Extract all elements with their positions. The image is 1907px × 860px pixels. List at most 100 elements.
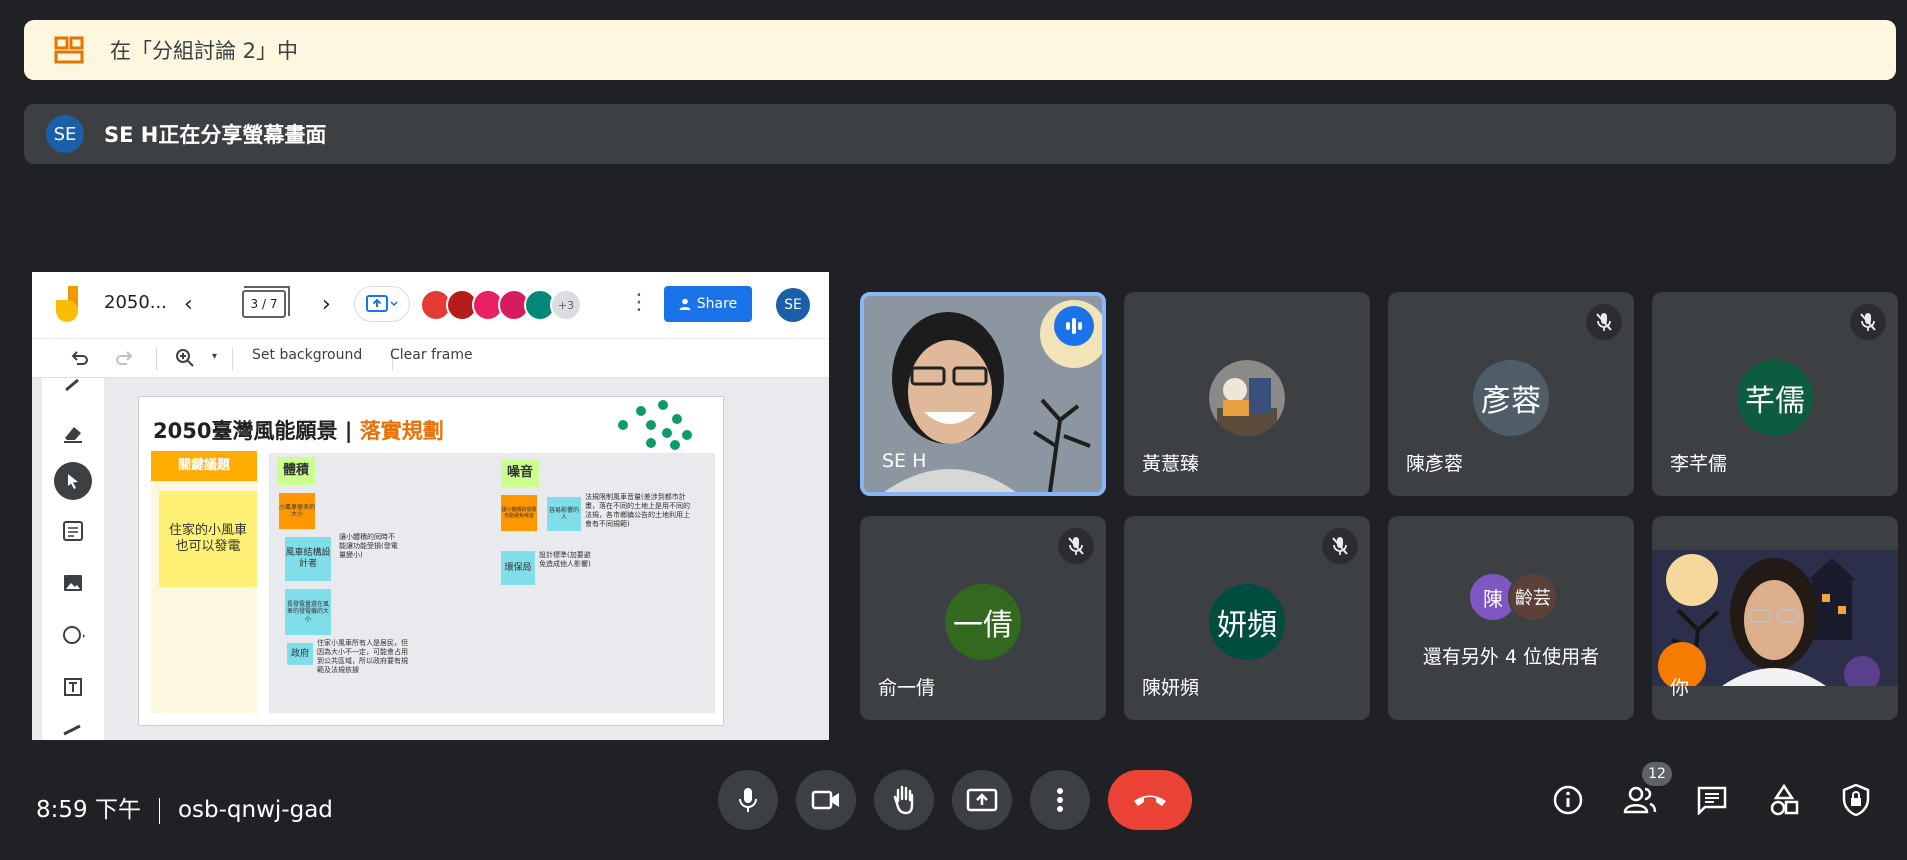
participant-tile[interactable]: SE H [860,292,1106,496]
undo-icon[interactable] [68,347,90,369]
mic-off-icon [1850,304,1886,340]
activities-icon[interactable] [1766,782,1802,818]
set-background-button[interactable]: Set background [252,347,362,363]
toolbar-divider [232,347,233,371]
noise-label: 噪音 [501,459,539,487]
participant-tile[interactable]: 黃薏臻 [1124,292,1370,496]
microphone-icon [739,788,757,812]
self-video [1652,550,1898,686]
present-icon [366,295,398,312]
jamboard-canvas[interactable]: 2050臺灣風能願景 | 落實規劃 關鍵議題 住家的小風車也可以發電 體積 小風… [32,378,829,740]
screen-share-text: SE H正在分享螢幕畫面 [104,123,327,147]
decorative-doodles-icon [618,400,692,450]
present-screen-icon [966,788,998,812]
zoom-icon[interactable] [174,347,196,369]
participant-tile[interactable]: 彥蓉 陳彥蓉 [1388,292,1634,496]
participant-name: 李芊儒 [1670,453,1728,475]
more-options-button[interactable] [1030,770,1090,830]
resident-text[interactable]: 法規限制風車音量(差涉到都市計畫，落在不同的土地上是用不同的法規，各市鄉鎮公告的… [585,493,695,529]
clear-frame-button[interactable]: Clear frame [390,347,473,363]
jamboard-header: 2050... ‹ 3 / 7 › +3 ⋮ Share SE [32,272,829,338]
participant-tile[interactable]: 一倩 俞一倩 [860,516,1106,720]
meeting-code: osb-qnwj-gad [177,797,333,823]
mic-off-icon [1058,528,1094,564]
mic-off-icon [1586,304,1622,340]
shared-screen-presentation: 2050... ‹ 3 / 7 › +3 ⋮ Share SE ▾ Set ba… [32,272,829,740]
text-box-icon[interactable] [58,672,88,702]
host-controls-icon[interactable] [1838,782,1874,818]
sticky-note[interactable]: 長發電量還在風車的發電機的大小 [285,589,331,635]
meeting-info: 8:59 下午 osb-qnwj-gad [36,790,333,824]
share-label: Share [696,296,738,312]
jamboard-user-avatar[interactable]: SE [776,288,810,322]
toolbar-divider [156,347,157,371]
person-icon [679,298,691,310]
previous-frame-button[interactable]: ‹ [184,292,193,317]
sticky-note[interactable]: 風車結構設計者 [285,537,331,581]
participant-name: 陳彥蓉 [1406,453,1464,475]
jamboard-share-button[interactable]: Share [664,286,752,322]
others-tile[interactable]: 陳 齡芸 還有另外 4 位使用者 [1388,516,1634,720]
participant-name: 陳妍頻 [1142,677,1200,699]
others-count-text: 還有另外 4 位使用者 [1422,646,1600,668]
jamboard-frame[interactable]: 2050臺灣風能願景 | 落實規劃 關鍵議題 住家的小風車也可以發電 體積 小風… [138,396,724,726]
chat-icon[interactable] [1694,782,1730,818]
breakout-room-icon [54,36,84,64]
participant-tile[interactable]: 芊儒 李芊儒 [1652,292,1898,496]
sticky-note[interactable]: 環保局 [501,551,535,585]
leave-call-button[interactable] [1108,770,1192,830]
breakout-room-text: 在「分組討論 2」中 [110,39,299,63]
jamboard-title[interactable]: 2050... [104,292,167,313]
select-tool[interactable] [54,462,92,500]
mic-off-icon [1322,528,1358,564]
raise-hand-button[interactable] [874,770,934,830]
pen-icon[interactable] [58,378,88,392]
drawing-tools-panel [42,378,104,740]
speaking-indicator-icon [1054,306,1094,346]
sticky-note[interactable]: 政府 [287,643,313,665]
camera-icon [811,790,839,810]
self-tile[interactable]: 你 [1652,516,1898,720]
people-count-badge: 12 [1642,762,1672,786]
participant-avatar: 芊儒 [1737,360,1813,436]
collaborator-avatars[interactable]: +3 [420,289,582,321]
participant-name: 黃薏臻 [1142,453,1200,475]
sticky-note-icon[interactable] [58,516,88,546]
collaborators-more-count: +3 [550,289,582,321]
sticky-note[interactable]: 小風車很多的大小 [279,493,315,529]
participant-name: 俞一倩 [878,677,936,699]
volume-label: 體積 [277,457,315,485]
redo-icon[interactable] [114,347,136,369]
shape-icon[interactable] [58,620,88,650]
sticky-note[interactable]: 容易影響的人 [547,497,581,531]
present-button[interactable] [354,286,410,322]
frame-indicator[interactable]: 3 / 7 [242,286,290,318]
info-divider [158,797,160,824]
epa-text[interactable]: 設計標準(加要避免造成他人影響) [539,551,591,569]
presenter-avatar: SE [46,115,84,153]
call-end-icon [1134,795,1166,806]
people-icon[interactable] [1622,782,1658,818]
more-options-icon[interactable]: ⋮ [628,290,650,315]
image-icon[interactable] [58,568,88,598]
gov-text[interactable]: 住家小風車所有人是居民，但因為大小不一定，可能會占用到公共區域，所以政府要有規範… [317,639,409,675]
microphone-button[interactable] [718,770,778,830]
jamboard-toolbar: ▾ Set background Clear frame [32,338,829,378]
laser-icon[interactable] [58,718,88,738]
participant-tile[interactable]: 妍頻 陳妍頻 [1124,516,1370,720]
present-screen-button[interactable] [952,770,1012,830]
sticky-note[interactable]: 讓小體積的發電也能避免噪音 [501,495,537,531]
participant-name: SE H [882,450,927,472]
sticky-note[interactable]: 住家的小風車也可以發電 [159,491,257,587]
participant-avatar: 彥蓉 [1473,360,1549,436]
meeting-details-icon[interactable] [1550,782,1586,818]
participant-avatar: 齡芸 [1508,572,1558,622]
zoom-dropdown-icon[interactable]: ▾ [212,351,217,362]
cursor-icon [68,474,78,489]
designer-text[interactable]: 讓小體積的同時不能讓功能受損(發電量變小) [339,533,399,560]
current-time: 8:59 下午 [36,797,141,823]
eraser-icon[interactable] [58,418,88,448]
next-frame-button[interactable]: › [322,292,331,317]
jamboard-logo-icon [56,286,78,322]
camera-button[interactable] [796,770,856,830]
